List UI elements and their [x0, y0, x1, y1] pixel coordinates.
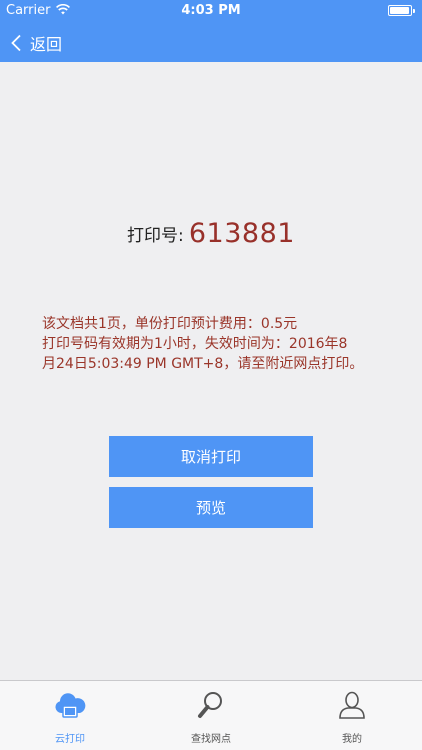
info-line: 月24日5:03:49 PM GMT+8，请至附近网点打印。	[42, 356, 364, 372]
info-line: 打印号码有效期为1小时，失效时间为：2016年8	[42, 336, 348, 352]
cancel-print-button[interactable]: 取消打印	[109, 436, 313, 477]
preview-button[interactable]: 预览	[109, 487, 313, 528]
tab-find-outlet[interactable]: 查找网点	[141, 681, 281, 750]
tab-label: 我的	[342, 734, 362, 745]
back-button[interactable]: 返回	[10, 30, 62, 56]
navigation-bar: 返回	[0, 22, 422, 62]
battery-icon	[388, 5, 415, 16]
print-info-text: 该文档共1页，单份打印预计费用：0.5元 打印号码有效期为1小时，失效时间为：2…	[42, 314, 387, 374]
print-number-row: 打印号: 613881	[0, 218, 422, 249]
back-label: 返回	[30, 35, 63, 54]
print-number-value: 613881	[188, 218, 295, 249]
status-time: 4:03 PM	[181, 3, 241, 18]
user-icon	[339, 691, 365, 719]
tab-label: 云打印	[55, 734, 85, 745]
cloud-print-icon	[55, 693, 86, 718]
tab-cloud-print[interactable]: 云打印	[0, 681, 140, 750]
tab-label: 查找网点	[191, 734, 231, 745]
tab-bar: 云打印 查找网点 我的	[0, 680, 422, 750]
search-icon	[198, 692, 222, 718]
print-number-label: 打印号:	[127, 226, 184, 246]
tab-mine[interactable]: 我的	[282, 681, 422, 750]
info-line: 该文档共1页，单份打印预计费用：0.5元	[42, 316, 298, 332]
chevron-left-icon	[11, 34, 21, 52]
status-bar: Carrier 4:03 PM	[0, 0, 422, 22]
top-bar: Carrier 4:03 PM 返回	[0, 0, 422, 62]
